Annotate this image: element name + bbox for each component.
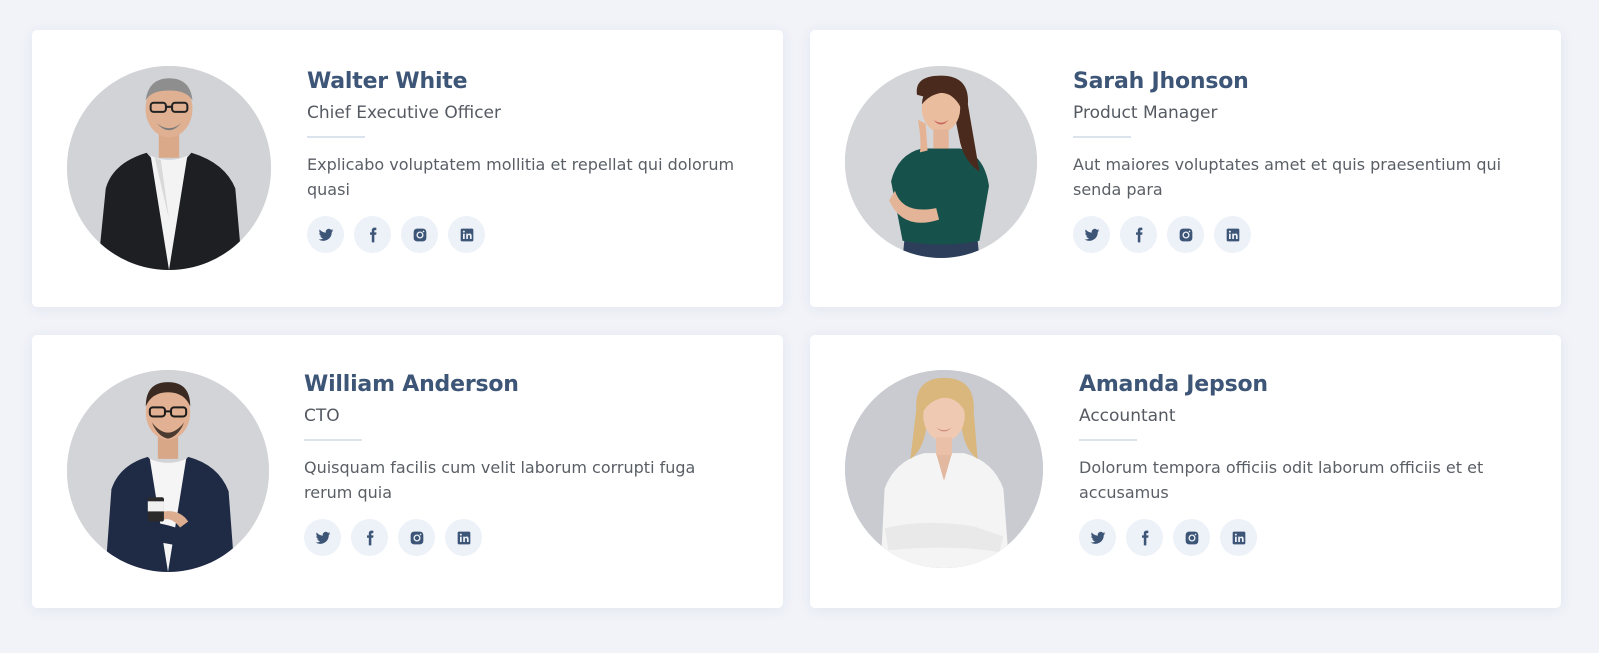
twitter-icon (1090, 531, 1105, 544)
social-links (304, 519, 754, 556)
member-role: Product Manager (1073, 103, 1218, 123)
linkedin-link[interactable] (1214, 216, 1251, 253)
facebook-icon (369, 227, 376, 242)
team-member-card: William Anderson CTO Quisquam facilis cu… (32, 335, 783, 608)
twitter-icon (1084, 228, 1099, 241)
member-role: Accountant (1079, 406, 1176, 426)
divider (1079, 439, 1137, 441)
member-info: Walter White Chief Executive Officer Exp… (307, 68, 757, 253)
social-links (1073, 216, 1523, 253)
instagram-link[interactable] (1173, 519, 1210, 556)
member-photo (67, 66, 271, 270)
instagram-icon (413, 228, 426, 241)
twitter-link[interactable] (307, 216, 344, 253)
linkedin-link[interactable] (445, 519, 482, 556)
member-name: Amanda Jepson (1079, 372, 1268, 397)
instagram-link[interactable] (1167, 216, 1204, 253)
woman-white-blouse-image (845, 370, 1043, 568)
social-links (307, 216, 757, 253)
member-photo (67, 370, 269, 572)
linkedin-icon (457, 531, 470, 544)
twitter-link[interactable] (1073, 216, 1110, 253)
twitter-link[interactable] (304, 519, 341, 556)
woman-green-top-image (845, 66, 1037, 258)
twitter-icon (318, 228, 333, 241)
twitter-link[interactable] (1079, 519, 1116, 556)
member-role: CTO (304, 406, 340, 426)
instagram-link[interactable] (401, 216, 438, 253)
member-description: Explicabo voluptatem mollitia et repella… (307, 155, 735, 199)
linkedin-icon (1232, 531, 1245, 544)
linkedin-link[interactable] (1220, 519, 1257, 556)
team-member-card: Sarah Jhonson Product Manager Aut maiore… (810, 30, 1561, 307)
member-name: William Anderson (304, 372, 519, 397)
member-info: Sarah Jhonson Product Manager Aut maiore… (1073, 68, 1523, 253)
instagram-icon (1185, 531, 1198, 544)
member-photo (845, 370, 1043, 568)
team-grid: Walter White Chief Executive Officer Exp… (0, 0, 1599, 653)
facebook-link[interactable] (1120, 216, 1157, 253)
member-description: Dolorum tempora officiis odit laborum of… (1079, 458, 1484, 502)
member-name: Sarah Jhonson (1073, 69, 1249, 94)
facebook-icon (1141, 530, 1148, 545)
member-role: Chief Executive Officer (307, 103, 501, 123)
member-description: Aut maiores voluptates amet et quis prae… (1073, 155, 1502, 199)
linkedin-icon (460, 228, 473, 241)
team-member-card: Walter White Chief Executive Officer Exp… (32, 30, 783, 307)
instagram-icon (1179, 228, 1192, 241)
facebook-link[interactable] (1126, 519, 1163, 556)
twitter-icon (315, 531, 330, 544)
member-info: Amanda Jepson Accountant Dolorum tempora… (1079, 371, 1529, 556)
member-photo (845, 66, 1037, 258)
member-name: Walter White (307, 69, 468, 94)
linkedin-icon (1226, 228, 1239, 241)
facebook-icon (1135, 227, 1142, 242)
divider (304, 439, 362, 441)
man-black-jacket-image (67, 66, 271, 270)
divider (1073, 136, 1131, 138)
facebook-link[interactable] (351, 519, 388, 556)
divider (307, 136, 365, 138)
member-info: William Anderson CTO Quisquam facilis cu… (304, 371, 754, 556)
social-links (1079, 519, 1529, 556)
team-member-card: Amanda Jepson Accountant Dolorum tempora… (810, 335, 1561, 608)
linkedin-link[interactable] (448, 216, 485, 253)
instagram-link[interactable] (398, 519, 435, 556)
facebook-link[interactable] (354, 216, 391, 253)
man-navy-suit-coffee-image (67, 370, 269, 572)
facebook-icon (366, 530, 373, 545)
instagram-icon (410, 531, 423, 544)
member-description: Quisquam facilis cum velit laborum corru… (304, 458, 696, 502)
